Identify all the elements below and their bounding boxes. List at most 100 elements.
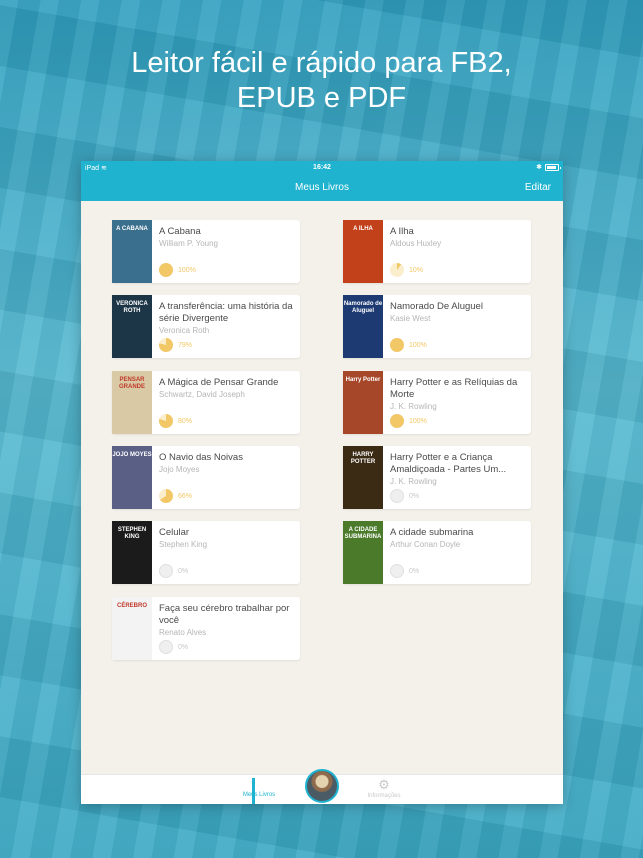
book-card[interactable]: A CABANA A Cabana William P. Young 100% — [112, 220, 300, 283]
book-cover: HARRY POTTER — [343, 446, 383, 509]
book-title: A Mágica de Pensar Grande — [159, 377, 279, 388]
book-cover-text: VERONICA ROTH — [116, 301, 148, 314]
progress-label: 79% — [178, 341, 193, 349]
progress-label: 0% — [178, 643, 189, 651]
progress-label: 0% — [409, 492, 420, 500]
progress-label: 0% — [178, 567, 189, 575]
tab-info-label: Informações — [367, 793, 401, 799]
book-progress: 66% — [159, 489, 192, 503]
book-author: Veronica Roth — [159, 326, 210, 335]
book-progress: 100% — [159, 263, 196, 277]
avatar[interactable] — [305, 769, 339, 803]
book-cover-text: A CABANA — [116, 226, 148, 232]
book-card[interactable]: A ILHA A Ilha Aldous Huxley 10% — [343, 220, 531, 283]
book-author: William P. Young — [159, 239, 218, 248]
book-cover: A ILHA — [343, 220, 383, 283]
book-author: J. K. Rowling — [390, 402, 437, 411]
progress-pie-icon — [159, 414, 173, 428]
book-card[interactable]: JOJO MOYES O Navio das Noivas Jojo Moyes 66… — [112, 446, 300, 509]
progress-label: 80% — [178, 417, 193, 425]
book-cover: Harry Potter — [343, 371, 383, 434]
headline-line-2: EPUB e PDF — [236, 82, 407, 114]
gear-icon: ⚙ — [378, 777, 390, 792]
book-cover-text: Harry Potter — [345, 377, 381, 383]
book-author: Aldous Huxley — [390, 239, 442, 248]
book-author: Schwartz, David Joseph — [159, 390, 245, 399]
book-title: A Ilha — [390, 226, 414, 237]
book-author: J. K. Rowling — [390, 477, 437, 486]
status-time: 16:42 — [313, 164, 331, 171]
tab-bar: Meus Livros ⚙ Informações — [81, 769, 563, 804]
edit-button[interactable]: Editar — [525, 182, 551, 193]
book-author: Kasie West — [390, 314, 431, 323]
book-progress: 0% — [159, 564, 188, 578]
book-progress: 100% — [390, 338, 427, 352]
progress-pie-icon — [159, 640, 173, 654]
book-author: Renato Alves — [159, 628, 207, 637]
book-cover-text: JOJO MOYES — [112, 452, 152, 458]
progress-label: 100% — [409, 341, 427, 349]
book-cover: PENSAR GRANDE — [112, 371, 152, 434]
progress-pie-icon — [390, 414, 404, 428]
book-card[interactable]: A CIDADE SUBMARINA A cidade submarina Arth… — [343, 521, 531, 584]
progress-label: 100% — [409, 417, 427, 425]
book-cover-text: CÉREBRO — [116, 603, 147, 609]
progress-label: 66% — [178, 492, 193, 500]
book-card[interactable]: PENSAR GRANDE A Mágica de Pensar Grande Sc… — [112, 371, 300, 434]
book-card[interactable]: Harry Potter Harry Potter e as Relíquias … — [343, 371, 531, 434]
book-card[interactable]: Namorado de Aluguel Namorado De Aluguel Ka… — [343, 295, 531, 358]
book-title: Harry Potter e as Relíquias da Morte — [390, 377, 518, 400]
book-progress: 79% — [159, 338, 192, 352]
book-progress: 0% — [390, 489, 419, 503]
book-cover: CÉREBRO — [112, 597, 152, 660]
book-author: Stephen King — [159, 540, 208, 549]
book-title: O Navio das Noivas — [159, 452, 243, 463]
book-author: Jojo Moyes — [159, 465, 200, 474]
book-cover: JOJO MOYES — [112, 446, 152, 509]
book-title: Celular — [159, 527, 190, 538]
book-progress: 80% — [159, 414, 192, 428]
book-card[interactable]: HARRY POTTER Harry Potter e a Criança Ama… — [343, 446, 531, 509]
book-title: Harry Potter e a Criança Amaldiçoada - P… — [390, 452, 507, 475]
battery-icon — [545, 163, 561, 171]
page-title: Meus Livros — [295, 182, 349, 193]
book-title: A Cabana — [159, 226, 201, 237]
book-cover: STEPHEN KING — [112, 521, 152, 584]
bluetooth-icon: ✱ — [536, 164, 542, 171]
progress-pie-icon — [390, 564, 404, 578]
tab-my-books-label: Meus Livros — [242, 792, 276, 798]
books-icon — [252, 778, 266, 804]
headline-line-1: Leitor fácil e rápido para FB2, — [131, 47, 512, 79]
progress-pie-icon — [159, 564, 173, 578]
progress-pie-icon — [390, 263, 404, 277]
tab-info[interactable]: ⚙ Informações — [354, 778, 414, 799]
book-cover-text: PENSAR GRANDE — [118, 377, 145, 390]
promo-headline: Leitor fácil e rápido para FB2, EPUB e P… — [0, 46, 643, 116]
progress-pie-icon — [390, 338, 404, 352]
book-cover: A CABANA — [112, 220, 152, 283]
book-cover-text: HARRY POTTER — [350, 452, 376, 465]
book-cover: Namorado de Aluguel — [343, 295, 383, 358]
book-cover: VERONICA ROTH — [112, 295, 152, 358]
book-title: Faça seu cérebro trabalhar por você — [159, 603, 290, 626]
progress-pie-icon — [159, 489, 173, 503]
book-author: Arthur Conan Doyle — [390, 540, 461, 549]
book-card[interactable]: VERONICA ROTH A transferência: uma histór… — [112, 295, 300, 358]
book-card[interactable]: CÉREBRO Faça seu cérebro trabalhar por vo… — [112, 597, 300, 660]
book-progress: 0% — [159, 640, 188, 654]
book-progress: 100% — [390, 414, 427, 428]
progress-pie-icon — [159, 338, 173, 352]
book-progress: 0% — [390, 564, 419, 578]
book-cover: A CIDADE SUBMARINA — [343, 521, 383, 584]
tab-my-books[interactable]: Meus Livros — [229, 778, 289, 804]
book-title: A transferência: uma história da série D… — [159, 301, 293, 324]
book-card[interactable]: STEPHEN KING Celular Stephen King 0% — [112, 521, 300, 584]
nav-bar: Meus Livros Editar — [81, 174, 563, 201]
book-cover-text: A CIDADE SUBMARINA — [344, 527, 382, 540]
progress-label: 10% — [409, 266, 424, 274]
book-title: Namorado De Aluguel — [390, 301, 483, 312]
status-right: ✱ — [536, 163, 561, 171]
book-cover-text: A ILHA — [353, 226, 373, 232]
device-screen: iPad ≋ 16:42 ✱ Meus Livros Editar A CABA… — [81, 161, 563, 804]
progress-pie-icon — [159, 263, 173, 277]
